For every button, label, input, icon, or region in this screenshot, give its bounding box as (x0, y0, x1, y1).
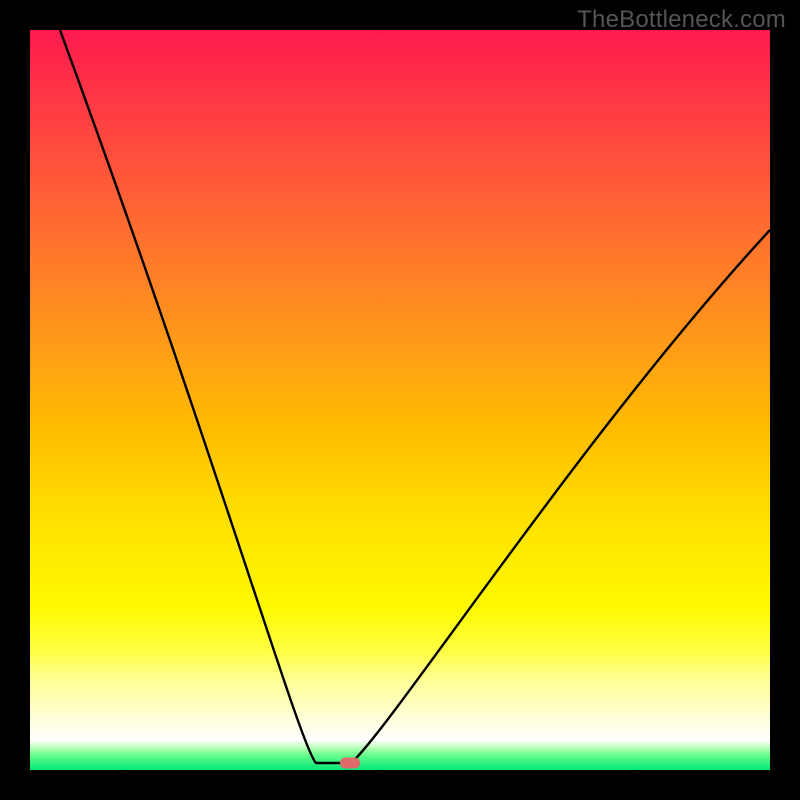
plot-gradient-background (30, 30, 770, 770)
optimum-marker (340, 758, 360, 769)
watermark-text: TheBottleneck.com (577, 6, 786, 34)
bottleneck-curve (30, 30, 770, 770)
curve-line (60, 30, 770, 763)
